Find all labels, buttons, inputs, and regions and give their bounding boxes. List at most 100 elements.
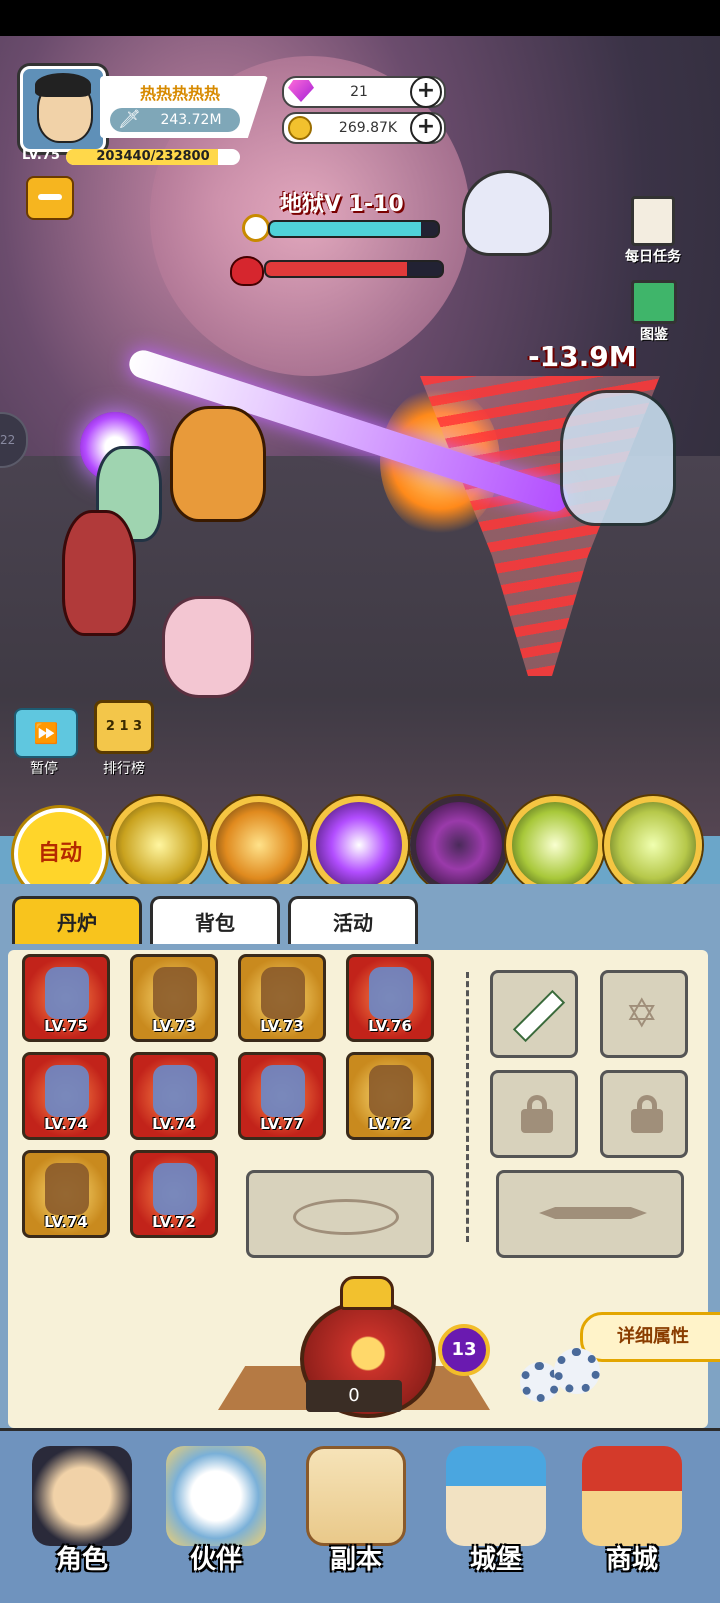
skill-6-icon[interactable]: [604, 796, 702, 894]
equipment-level: LV.73: [152, 1017, 196, 1035]
equipment-item[interactable]: LV.76: [346, 954, 434, 1042]
equipment-item[interactable]: LV.74: [22, 1150, 110, 1238]
talisman-slot[interactable]: ✡: [600, 970, 688, 1058]
gem-icon: [288, 80, 314, 102]
formation-slot[interactable]: [246, 1170, 434, 1258]
gem-value: 21: [350, 84, 368, 100]
daily-tasks-label: 每日任务: [625, 249, 681, 265]
codex-label: 图鉴: [640, 327, 668, 343]
podium-icon: 2 1 3: [105, 719, 143, 734]
castle-icon: [446, 1446, 546, 1546]
stage-timer-bar: [268, 220, 440, 238]
add-gold-button[interactable]: +: [410, 112, 442, 144]
artifact-slot[interactable]: [496, 1170, 684, 1258]
formation-circle-icon: [293, 1199, 399, 1235]
skill-2-icon[interactable]: [210, 796, 308, 894]
avatar-hair: [35, 73, 91, 97]
nav-dungeon-label: 副本: [329, 1545, 382, 1575]
nav-shop-label: 商城: [605, 1545, 658, 1575]
equipment-level: LV.76: [368, 1017, 412, 1035]
boss-icon: [230, 256, 264, 286]
lock-icon: [521, 1095, 553, 1133]
enemy-monster: [560, 390, 676, 526]
sword-icon: 🗡: [118, 109, 141, 130]
pause-label: 暂停: [30, 761, 58, 777]
skill-1-icon[interactable]: [110, 796, 208, 894]
combat-power: 🗡 243.72M: [110, 108, 240, 132]
daily-tasks-button[interactable]: 每日任务: [620, 196, 686, 266]
stage-timer-fill: [270, 222, 422, 236]
equipment-level: LV.74: [152, 1115, 196, 1133]
equipment-item[interactable]: LV.73: [238, 954, 326, 1042]
helmet-icon: [153, 967, 197, 1019]
equipment-item[interactable]: LV.72: [346, 1052, 434, 1140]
boss-hp-fill: [266, 262, 407, 276]
panel-divider: [466, 972, 469, 1242]
equipment-level: LV.75: [44, 1017, 88, 1035]
detail-attributes-button[interactable]: 详细属性: [580, 1312, 720, 1362]
player-name: 热热热热热: [139, 84, 220, 103]
damage-number: -13.9M: [528, 340, 637, 373]
character-icon: [32, 1446, 132, 1546]
codex-button[interactable]: 图鉴: [626, 280, 682, 344]
player-avatar[interactable]: [20, 66, 106, 152]
add-gems-button[interactable]: +: [410, 76, 442, 108]
dragon-orb-icon: [369, 1065, 413, 1117]
orb-icon: [369, 967, 413, 1019]
nav-character-label: 角色: [55, 1545, 108, 1575]
nav-shop[interactable]: 商城: [566, 1440, 698, 1590]
equipment-level: LV.72: [368, 1115, 412, 1133]
player-level: LV.75: [22, 148, 60, 163]
equipment-item[interactable]: LV.74: [22, 1052, 110, 1140]
task-list-icon: [631, 196, 675, 246]
stage-title: 地狱V 1-10: [280, 192, 404, 217]
combat-power-value: 243.72M: [160, 112, 222, 128]
spear-icon: [539, 1207, 647, 1219]
skill-3-icon[interactable]: [310, 796, 408, 894]
tab-backpack[interactable]: 背包: [150, 896, 280, 947]
rifle-icon: [45, 967, 89, 1019]
furnace-count: 0: [306, 1380, 402, 1412]
equipment-item[interactable]: LV.75: [22, 954, 110, 1042]
bracer-icon: [261, 1065, 305, 1117]
nav-partner[interactable]: 伙伴: [150, 1440, 282, 1590]
furnace-level-badge: 13: [438, 1324, 490, 1376]
tab-events[interactable]: 活动: [288, 896, 418, 947]
skill-4-icon[interactable]: [410, 796, 508, 894]
locked-slot-2[interactable]: [600, 1070, 688, 1158]
sword-slot-icon: [512, 989, 566, 1043]
book-icon: [631, 280, 677, 324]
nav-dungeon[interactable]: 副本: [290, 1440, 422, 1590]
ranking-label: 排行榜: [103, 761, 145, 777]
nav-character[interactable]: 角色: [16, 1440, 148, 1590]
equipment-item[interactable]: LV.74: [130, 1052, 218, 1140]
bird-pet: [462, 170, 552, 256]
pause-button[interactable]: ⏩: [14, 708, 78, 758]
red-haired-hero: [62, 510, 136, 636]
nav-castle[interactable]: 城堡: [430, 1440, 562, 1590]
hexagram-icon: ✡: [625, 991, 659, 1037]
weapon-slot[interactable]: [490, 970, 578, 1058]
skill-5-icon[interactable]: [506, 796, 604, 894]
alpaca-pet: [162, 596, 254, 698]
boots-icon: [153, 1163, 197, 1215]
equipment-item[interactable]: LV.77: [238, 1052, 326, 1140]
equipment-level: LV.74: [44, 1213, 88, 1231]
menu-button[interactable]: [26, 176, 74, 220]
equipment-item[interactable]: LV.73: [130, 954, 218, 1042]
panda-icon: [166, 1446, 266, 1546]
staff-icon: [45, 1065, 89, 1117]
tab-alchemy-furnace[interactable]: 丹炉: [12, 896, 142, 947]
menu-icon: [38, 194, 62, 200]
ranking-button[interactable]: 2 1 3: [94, 700, 154, 754]
gold-coin-icon: [288, 116, 312, 140]
timer-icon: [242, 214, 270, 242]
boss-hp-bar: [264, 260, 444, 278]
gear-icon[interactable]: [554, 1348, 600, 1394]
equipment-level: LV.74: [44, 1115, 88, 1133]
xp-text: 203440/232800: [96, 149, 210, 164]
nav-castle-label: 城堡: [469, 1545, 522, 1575]
locked-slot-1[interactable]: [490, 1070, 578, 1158]
lock-icon: [631, 1095, 663, 1133]
equipment-item[interactable]: LV.72: [130, 1150, 218, 1238]
